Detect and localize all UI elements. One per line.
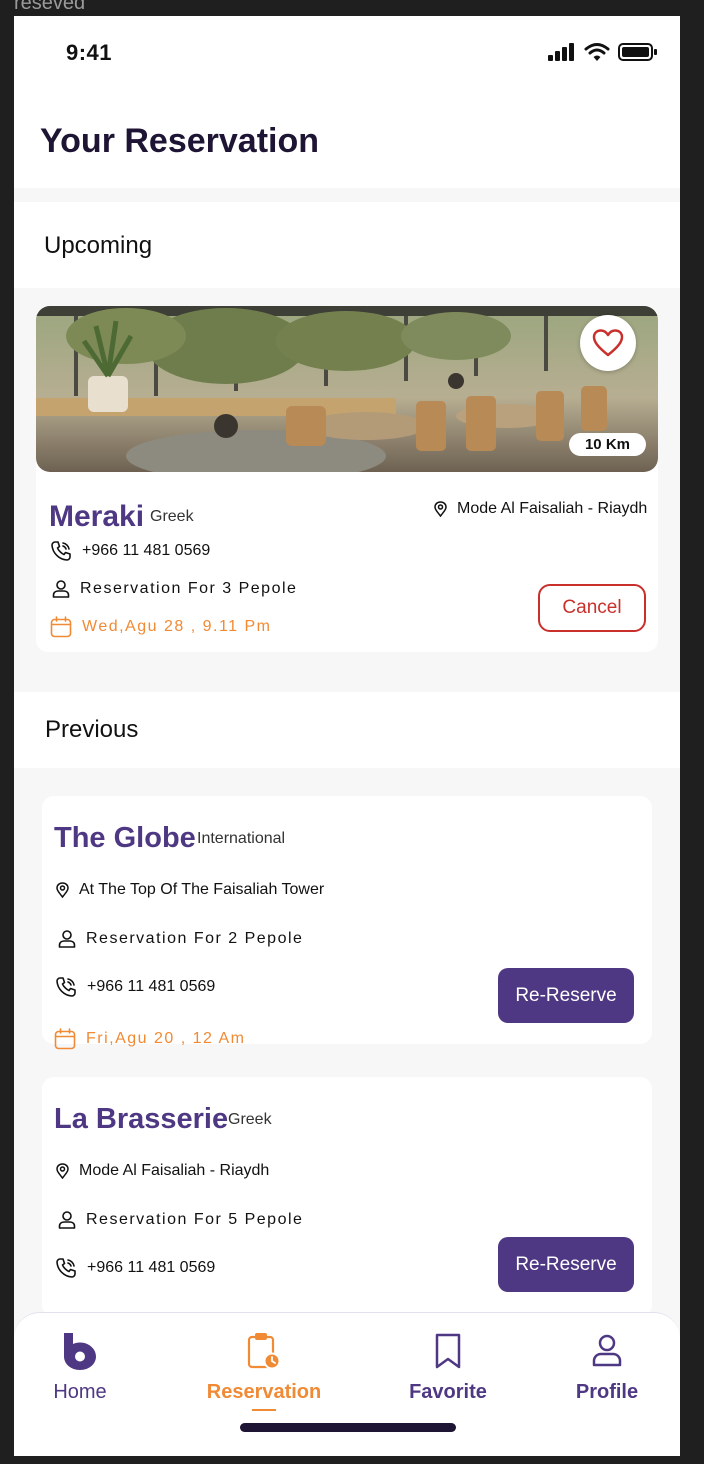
upcoming-header: Upcoming: [14, 202, 680, 288]
location-pin-icon: [56, 1163, 69, 1179]
restaurant-interior-image: [36, 306, 658, 472]
nav-profile[interactable]: Profile: [574, 1331, 640, 1404]
location-row: At The Top Of The Faisaliah Tower: [56, 881, 324, 899]
previous-reservation-card[interactable]: The Globe International At The Top Of Th…: [42, 796, 652, 1050]
phone-icon: [51, 541, 71, 561]
location-pin-icon: [56, 882, 69, 898]
distance-badge: 10 Km: [568, 433, 646, 456]
guests-text: Reservation For 3 Pepole: [80, 580, 298, 597]
frame-label: reseved: [14, 0, 86, 14]
person-icon: [592, 1334, 622, 1367]
datetime-text: Fri,Agu 20 , 12 Am: [86, 1030, 246, 1047]
location-row: Mode Al Faisaliah - Riaydh: [56, 1162, 269, 1180]
re-reserve-button[interactable]: Re-Reserve: [498, 968, 634, 1023]
status-time: 9:41: [66, 40, 113, 65]
bottom-nav: Home Reservation Favorite Profile: [14, 1312, 680, 1456]
bookmark-icon: [435, 1333, 461, 1369]
location-text: Mode Al Faisaliah - Riaydh: [79, 1162, 270, 1179]
guests-text: Reservation For 2 Pepole: [86, 930, 304, 947]
nav-reservation[interactable]: Reservation: [207, 1331, 321, 1411]
nav-reservation-label: Reservation: [206, 1381, 322, 1403]
nav-home-label: Home: [53, 1381, 107, 1403]
datetime-text: Wed,Agu 28 , 9.11 Pm: [82, 618, 272, 635]
phone-text: +966 11 481 0569: [87, 978, 216, 995]
cuisine-label: International: [197, 830, 286, 847]
re-reserve-button[interactable]: Re-Reserve: [498, 1237, 634, 1292]
cellular-signal-icon: [548, 43, 574, 61]
cancel-button[interactable]: Cancel: [538, 584, 646, 632]
status-icons: [548, 42, 658, 62]
person-icon: [58, 1211, 76, 1229]
restaurant-name: The Globe: [54, 822, 196, 854]
home-indicator: [240, 1423, 456, 1432]
guests-row: Reservation For 3 Pepole: [52, 580, 297, 598]
previous-section-header: Previous: [14, 692, 680, 768]
clipboard-clock-icon: [247, 1333, 281, 1370]
restaurant-photo: 10 Km: [36, 306, 658, 472]
phone-icon: [56, 977, 76, 997]
datetime-row: Wed,Agu 28 , 9.11 Pm: [50, 616, 272, 638]
datetime-row: Fri,Agu 20 , 12 Am: [54, 1028, 246, 1050]
guests-row: Reservation For 2 Pepole: [58, 930, 303, 948]
previous-reservation-card[interactable]: La Brasserie Greek Mode Al Faisaliah - R…: [42, 1077, 652, 1317]
guests-text: Reservation For 5 Pepole: [86, 1211, 304, 1228]
upcoming-title: Upcoming: [44, 232, 153, 259]
restaurant-name: La Brasserie: [54, 1103, 229, 1135]
guests-row: Reservation For 5 Pepole: [58, 1211, 303, 1229]
favorite-button[interactable]: [580, 315, 636, 371]
location-pin-icon: [434, 501, 447, 517]
restaurant-name: Meraki: [49, 500, 145, 533]
wifi-icon: [584, 43, 610, 61]
nav-favorite-label: Favorite: [409, 1381, 487, 1403]
person-icon: [52, 580, 70, 598]
header: Your Reservation: [14, 94, 680, 188]
home-logo-icon: [64, 1333, 96, 1370]
phone-icon: [56, 1258, 76, 1278]
nav-favorite[interactable]: Favorite: [409, 1331, 487, 1404]
phone-row[interactable]: +966 11 481 0569: [55, 976, 215, 998]
page-title: Your Reservation: [40, 122, 320, 160]
location-text: Mode Al Faisaliah - Riaydh: [457, 500, 648, 517]
battery-icon: [618, 43, 657, 61]
cuisine-label: Greek: [150, 508, 194, 525]
phone-text: +966 11 481 0569: [87, 1259, 216, 1276]
person-icon: [58, 930, 76, 948]
nav-home[interactable]: Home: [53, 1331, 107, 1404]
nav-profile-label: Profile: [575, 1381, 639, 1403]
calendar-icon: [50, 616, 72, 638]
phone-text: +966 11 481 0569: [82, 542, 211, 559]
cuisine-label: Greek: [228, 1111, 272, 1128]
status-bar: 9:41: [14, 16, 680, 94]
active-tab-indicator: [252, 1409, 276, 1411]
phone-row[interactable]: +966 11 481 0569: [55, 1257, 215, 1279]
heart-icon: [592, 329, 624, 357]
location-row: Mode Al Faisaliah - Riaydh: [434, 500, 647, 518]
phone-row[interactable]: +966 11 481 0569: [50, 540, 210, 562]
calendar-icon: [54, 1028, 76, 1050]
previous-title: Previous: [45, 716, 139, 743]
phone-screen: 9:41 Your Reservation Upcoming 10 Km Mer…: [14, 16, 680, 1456]
location-text: At The Top Of The Faisaliah Tower: [79, 881, 325, 898]
